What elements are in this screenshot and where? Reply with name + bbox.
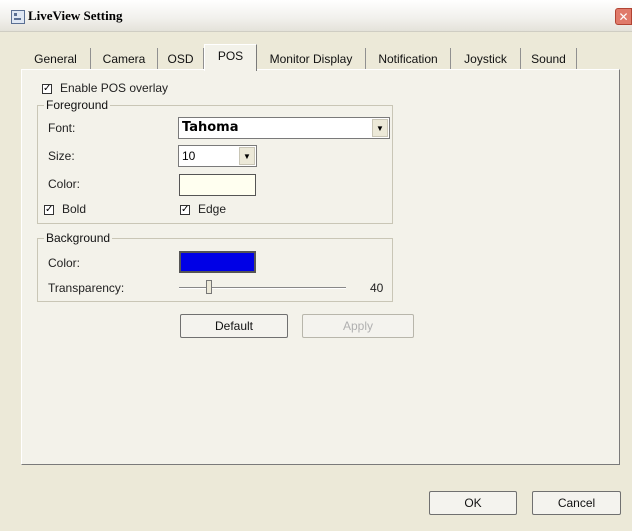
size-select-value: 10: [182, 149, 196, 163]
font-select-value: Tahoma: [182, 120, 239, 135]
close-icon: ✕: [618, 10, 629, 24]
bold-label: Bold: [62, 202, 87, 216]
chevron-down-icon[interactable]: ▼: [239, 147, 255, 165]
transparency-slider-handle[interactable]: [206, 280, 213, 294]
tab-notification[interactable]: Notification: [366, 48, 451, 70]
background-color-label: Color:: [48, 256, 81, 270]
font-select[interactable]: Tahoma ▼: [178, 117, 390, 139]
font-label: Font:: [48, 121, 76, 135]
foreground-color-label: Color:: [48, 177, 81, 191]
apply-button[interactable]: Apply: [302, 314, 414, 338]
background-group: Background Color: Transparency: 40: [37, 231, 393, 302]
background-color-swatch[interactable]: [179, 251, 256, 273]
enable-pos-overlay-label: Enable POS overlay: [60, 81, 169, 95]
tab-camera[interactable]: Camera: [91, 48, 158, 70]
tab-general[interactable]: General: [21, 48, 91, 70]
size-select[interactable]: 10 ▼: [178, 145, 257, 167]
tab-monitor-display[interactable]: Monitor Display: [257, 48, 366, 70]
close-button[interactable]: ✕: [615, 8, 632, 25]
app-settings-icon: [11, 10, 25, 24]
enable-pos-overlay-checkbox[interactable]: ✓: [42, 84, 52, 94]
foreground-color-swatch[interactable]: [179, 174, 256, 196]
transparency-label: Transparency:: [48, 281, 125, 295]
pos-settings-panel: ✓ Enable POS overlay Foreground Font: Ta…: [21, 69, 620, 465]
tab-osd[interactable]: OSD: [158, 48, 204, 70]
transparency-slider-track[interactable]: [179, 287, 346, 289]
cancel-button[interactable]: Cancel: [532, 491, 621, 515]
default-button[interactable]: Default: [180, 314, 288, 338]
chevron-down-icon[interactable]: ▼: [372, 119, 388, 137]
transparency-value: 40: [370, 281, 384, 295]
foreground-group-title: Foreground: [44, 98, 111, 112]
ok-button[interactable]: OK: [429, 491, 517, 515]
title-bar: LiveView Setting ✕: [0, 0, 632, 32]
tab-joystick[interactable]: Joystick: [451, 48, 521, 70]
tab-sound[interactable]: Sound: [521, 48, 577, 70]
window-title: LiveView Setting: [28, 8, 123, 23]
size-label: Size:: [48, 149, 75, 163]
edge-label: Edge: [198, 202, 227, 216]
bold-checkbox[interactable]: ✓: [44, 205, 54, 215]
tab-pos[interactable]: POS: [204, 44, 257, 71]
foreground-group: Foreground Font: Tahoma ▼ Size: 10 ▼ Col…: [37, 98, 393, 224]
edge-checkbox[interactable]: ✓: [180, 205, 190, 215]
background-group-title: Background: [44, 231, 113, 245]
